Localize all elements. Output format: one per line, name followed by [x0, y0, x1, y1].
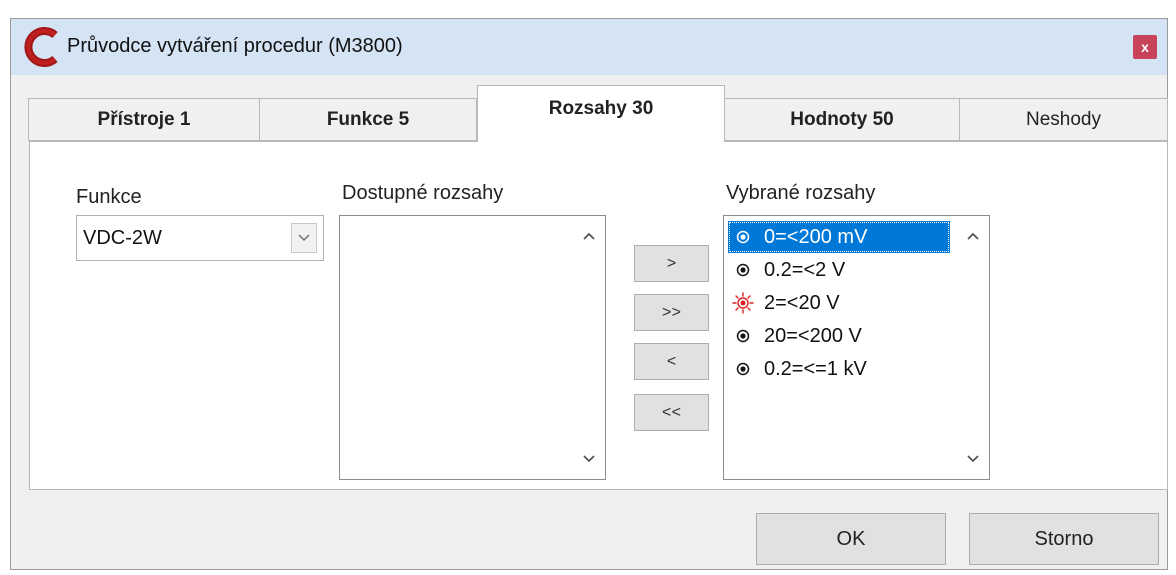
range-text: 0.2=<2 V — [764, 258, 846, 281]
radio-dot-icon — [732, 226, 754, 248]
remove-range-button[interactable]: < — [634, 343, 709, 380]
radio-dot-icon — [732, 358, 754, 380]
add-range-button[interactable]: > — [634, 245, 709, 282]
function-label: Funkce — [76, 186, 142, 208]
scroll-up-icon[interactable] — [963, 226, 983, 246]
chevron-down-icon[interactable] — [291, 223, 317, 253]
ok-button[interactable]: OK — [756, 513, 946, 565]
tab-panel: Funkce VDC-2W Dostupné rozsahy > >> < <<… — [29, 141, 1168, 490]
tab-pristroje[interactable]: Přístroje 1 — [28, 98, 260, 141]
tab-hodnoty[interactable]: Hodnoty 50 — [724, 98, 960, 141]
tab-funkce[interactable]: Funkce 5 — [259, 98, 477, 141]
scroll-down-icon[interactable] — [579, 449, 599, 469]
list-item[interactable]: 2=<20 V — [728, 287, 950, 319]
title-bar: Průvodce vytváření procedur (M3800) x — [11, 19, 1167, 75]
remove-all-ranges-button[interactable]: << — [634, 394, 709, 431]
range-text: 20=<200 V — [764, 324, 862, 347]
scroll-up-icon[interactable] — [579, 226, 599, 246]
function-value: VDC-2W — [83, 227, 162, 249]
list-item[interactable]: 0.2=<2 V — [728, 254, 950, 286]
available-ranges-label: Dostupné rozsahy — [342, 182, 504, 204]
available-ranges-list[interactable] — [339, 215, 606, 480]
list-item[interactable]: 0.2=<=1 kV — [728, 353, 950, 385]
range-text: 0.2=<=1 kV — [764, 357, 867, 380]
tab-strip: Přístroje 1 Funkce 5 Rozsahy 30 Hodnoty … — [28, 85, 1168, 142]
window-title: Průvodce vytváření procedur (M3800) — [67, 35, 403, 57]
list-item[interactable]: 0=<200 mV — [728, 221, 950, 253]
close-button[interactable]: x — [1133, 35, 1157, 59]
range-text: 2=<20 V — [764, 291, 840, 314]
scroll-down-icon[interactable] — [963, 449, 983, 469]
wizard-dialog: Průvodce vytváření procedur (M3800) x Př… — [10, 18, 1168, 570]
list-item[interactable]: 20=<200 V — [728, 320, 950, 352]
selected-ranges-list[interactable]: 0=<200 mV 0.2=<2 V 2=<20 V 20=<200 V 0.2… — [723, 215, 990, 480]
app-logo-icon — [24, 27, 58, 67]
radio-dot-icon — [732, 325, 754, 347]
function-combobox[interactable]: VDC-2W — [76, 215, 324, 261]
cancel-button[interactable]: Storno — [969, 513, 1159, 565]
warning-sun-icon — [732, 292, 754, 314]
selected-ranges-label: Vybrané rozsahy — [726, 182, 876, 204]
tab-neshody[interactable]: Neshody — [959, 98, 1168, 141]
radio-dot-icon — [732, 259, 754, 281]
add-all-ranges-button[interactable]: >> — [634, 294, 709, 331]
tab-rozsahy[interactable]: Rozsahy 30 — [477, 85, 725, 142]
range-text: 0=<200 mV — [764, 225, 868, 248]
